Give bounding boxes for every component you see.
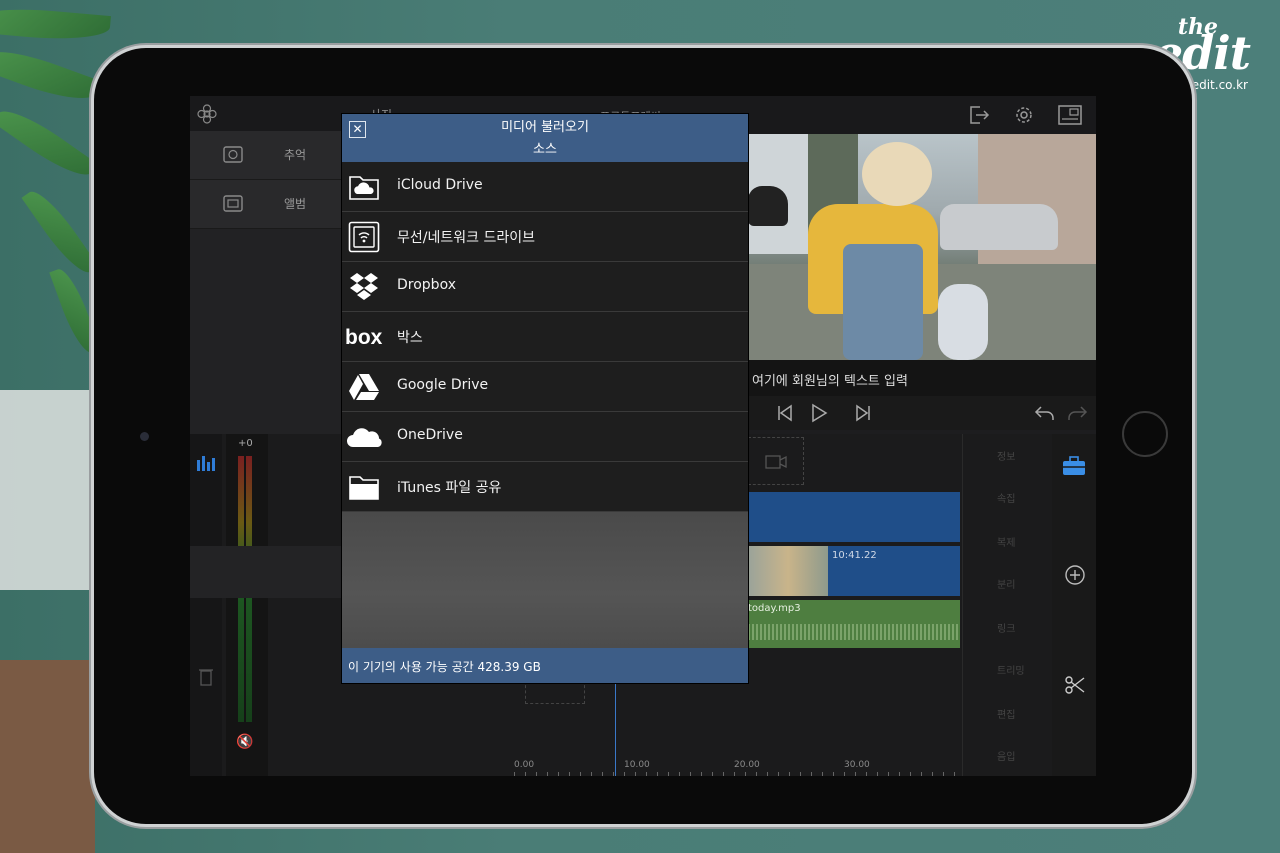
background-stool (0, 660, 95, 853)
edit-menu-insert[interactable]: 음입 (997, 748, 1015, 763)
dropbox-icon (348, 271, 380, 303)
video-clip-icon (765, 455, 787, 469)
source-item-network-drive[interactable]: 무선/네트워크 드라이브 (342, 212, 748, 262)
memories-icon (223, 146, 243, 163)
redo-icon[interactable] (1066, 404, 1088, 422)
source-label: Google Drive (397, 377, 489, 393)
plant-leaf (21, 184, 99, 280)
ruler-tick-label: 10.00 (624, 760, 650, 770)
play-icon[interactable] (810, 403, 828, 423)
volume-meter: +0 🔇 (226, 434, 268, 776)
empty-clip-slot[interactable] (748, 437, 804, 485)
edit-menu-split[interactable]: 분리 (997, 576, 1015, 591)
audio-clip[interactable]: today.mp3 (748, 600, 960, 648)
source-item-icloud-drive[interactable]: iCloud Drive (342, 162, 748, 212)
video-clip[interactable]: 10:41.22 (748, 546, 960, 596)
media-import-dialog: ✕ 미디어 불러오기 소스 iCloud Drive 무선/네트워크 드라이브 … (342, 114, 748, 683)
ruler-tick-label: 30.00 (844, 760, 870, 770)
source-label: OneDrive (397, 427, 463, 443)
title-clip[interactable] (748, 492, 960, 542)
gear-icon[interactable] (1013, 104, 1035, 126)
svg-text:box: box (345, 326, 383, 348)
edit-menu-link[interactable]: 링크 (997, 620, 1015, 635)
preview-car (940, 204, 1058, 250)
source-list: iCloud Drive 무선/네트워크 드라이브 Dropbox box 박스… (342, 162, 748, 512)
source-item-itunes-file-sharing[interactable]: iTunes 파일 공유 (342, 462, 748, 512)
add-icon[interactable] (1064, 564, 1086, 586)
folder-icon (348, 471, 380, 503)
album-icon (223, 195, 243, 212)
flower-logo-icon[interactable] (196, 103, 218, 125)
video-clip-duration: 10:41.22 (832, 550, 877, 561)
browser-item-label: 추억 (284, 148, 307, 162)
audio-waveform (748, 624, 960, 640)
tool-column (1052, 434, 1096, 776)
browser-item-album[interactable]: 앨범 (190, 180, 342, 229)
google-drive-icon (348, 371, 380, 403)
edit-menu-trim[interactable]: 트리밍 (997, 662, 1025, 677)
video-clip-thumbnail (748, 546, 828, 596)
edit-menu-speed[interactable]: 속집 (997, 490, 1015, 505)
wifi-drive-icon (348, 221, 380, 253)
track-icons-column: ⇌ (190, 434, 222, 776)
playback-controls (748, 396, 1096, 430)
source-item-onedrive[interactable]: OneDrive (342, 412, 748, 462)
source-item-dropbox[interactable]: Dropbox (342, 262, 748, 312)
timeline-ruler[interactable]: 0.00 10.00 20.00 30.00 (490, 756, 960, 776)
edit-menu-edit[interactable]: 편집 (997, 706, 1015, 721)
plant-leaf (0, 100, 98, 186)
export-icon[interactable] (968, 104, 990, 126)
source-label: 박스 (397, 330, 423, 346)
preview-person-hair (862, 142, 932, 206)
browser-item-label: 앨범 (284, 197, 307, 211)
dialog-empty-area (342, 512, 748, 648)
source-label: 무선/네트워크 드라이브 (397, 230, 535, 246)
preview-caption[interactable]: 여기에 회원님의 텍스트 입력 (752, 370, 908, 389)
dialog-header: ✕ 미디어 불러오기 소스 (342, 114, 748, 162)
plant-leaf (49, 264, 101, 358)
browser-item-memories[interactable]: 추억 (190, 131, 342, 180)
onedrive-icon (345, 421, 383, 453)
box-icon: box (345, 321, 383, 353)
preview-person-overalls (843, 244, 923, 360)
ruler-ticks (514, 772, 960, 776)
source-item-google-drive[interactable]: Google Drive (342, 362, 748, 412)
audio-levels-icon[interactable] (196, 454, 216, 472)
source-label: Dropbox (397, 277, 456, 293)
volume-value: +0 (238, 438, 253, 449)
skip-back-icon[interactable] (776, 404, 794, 422)
plant-leaf (0, 40, 102, 110)
source-label: iTunes 파일 공유 (397, 480, 502, 496)
dialog-subtitle: 소스 (533, 142, 557, 157)
home-button[interactable] (1122, 411, 1168, 457)
plant-leaf (0, 3, 111, 45)
icloud-folder-icon (348, 171, 380, 203)
layout-icon[interactable] (1058, 105, 1082, 125)
skip-forward-icon[interactable] (854, 404, 872, 422)
available-space-text: 이 기기의 사용 가능 공간 428.39 GB (348, 660, 541, 674)
audio-clip-name: today.mp3 (748, 603, 801, 614)
edit-menu-info[interactable]: 정보 (997, 448, 1015, 463)
source-item-box[interactable]: box 박스 (342, 312, 748, 362)
preview-bag (938, 284, 988, 360)
front-camera (140, 432, 149, 441)
scissors-icon[interactable] (1064, 674, 1086, 696)
source-label: iCloud Drive (397, 177, 483, 193)
video-preview[interactable] (748, 134, 1096, 360)
preview-caption-bar: 여기에 회원님의 텍스트 입력 (748, 360, 1096, 396)
ruler-tick-label: 20.00 (734, 760, 760, 770)
app-screen: 사진 프로듀프레씨 추억 앨범 (190, 96, 1096, 776)
toolbox-icon[interactable] (1062, 456, 1086, 476)
dialog-footer: 이 기기의 사용 가능 공간 428.39 GB (342, 648, 748, 683)
undo-icon[interactable] (1034, 404, 1056, 422)
ruler-tick-label: 0.00 (514, 760, 535, 770)
dialog-title: 미디어 불러오기 (501, 120, 589, 135)
preview-car (748, 186, 788, 226)
edit-menu-duplicate[interactable]: 복제 (997, 534, 1015, 549)
edit-menu: 정보 속집 복제 분리 링크 트리밍 편집 음입 (962, 434, 1053, 776)
trash-icon[interactable] (198, 666, 214, 686)
mute-icon[interactable]: 🔇 (236, 734, 253, 750)
